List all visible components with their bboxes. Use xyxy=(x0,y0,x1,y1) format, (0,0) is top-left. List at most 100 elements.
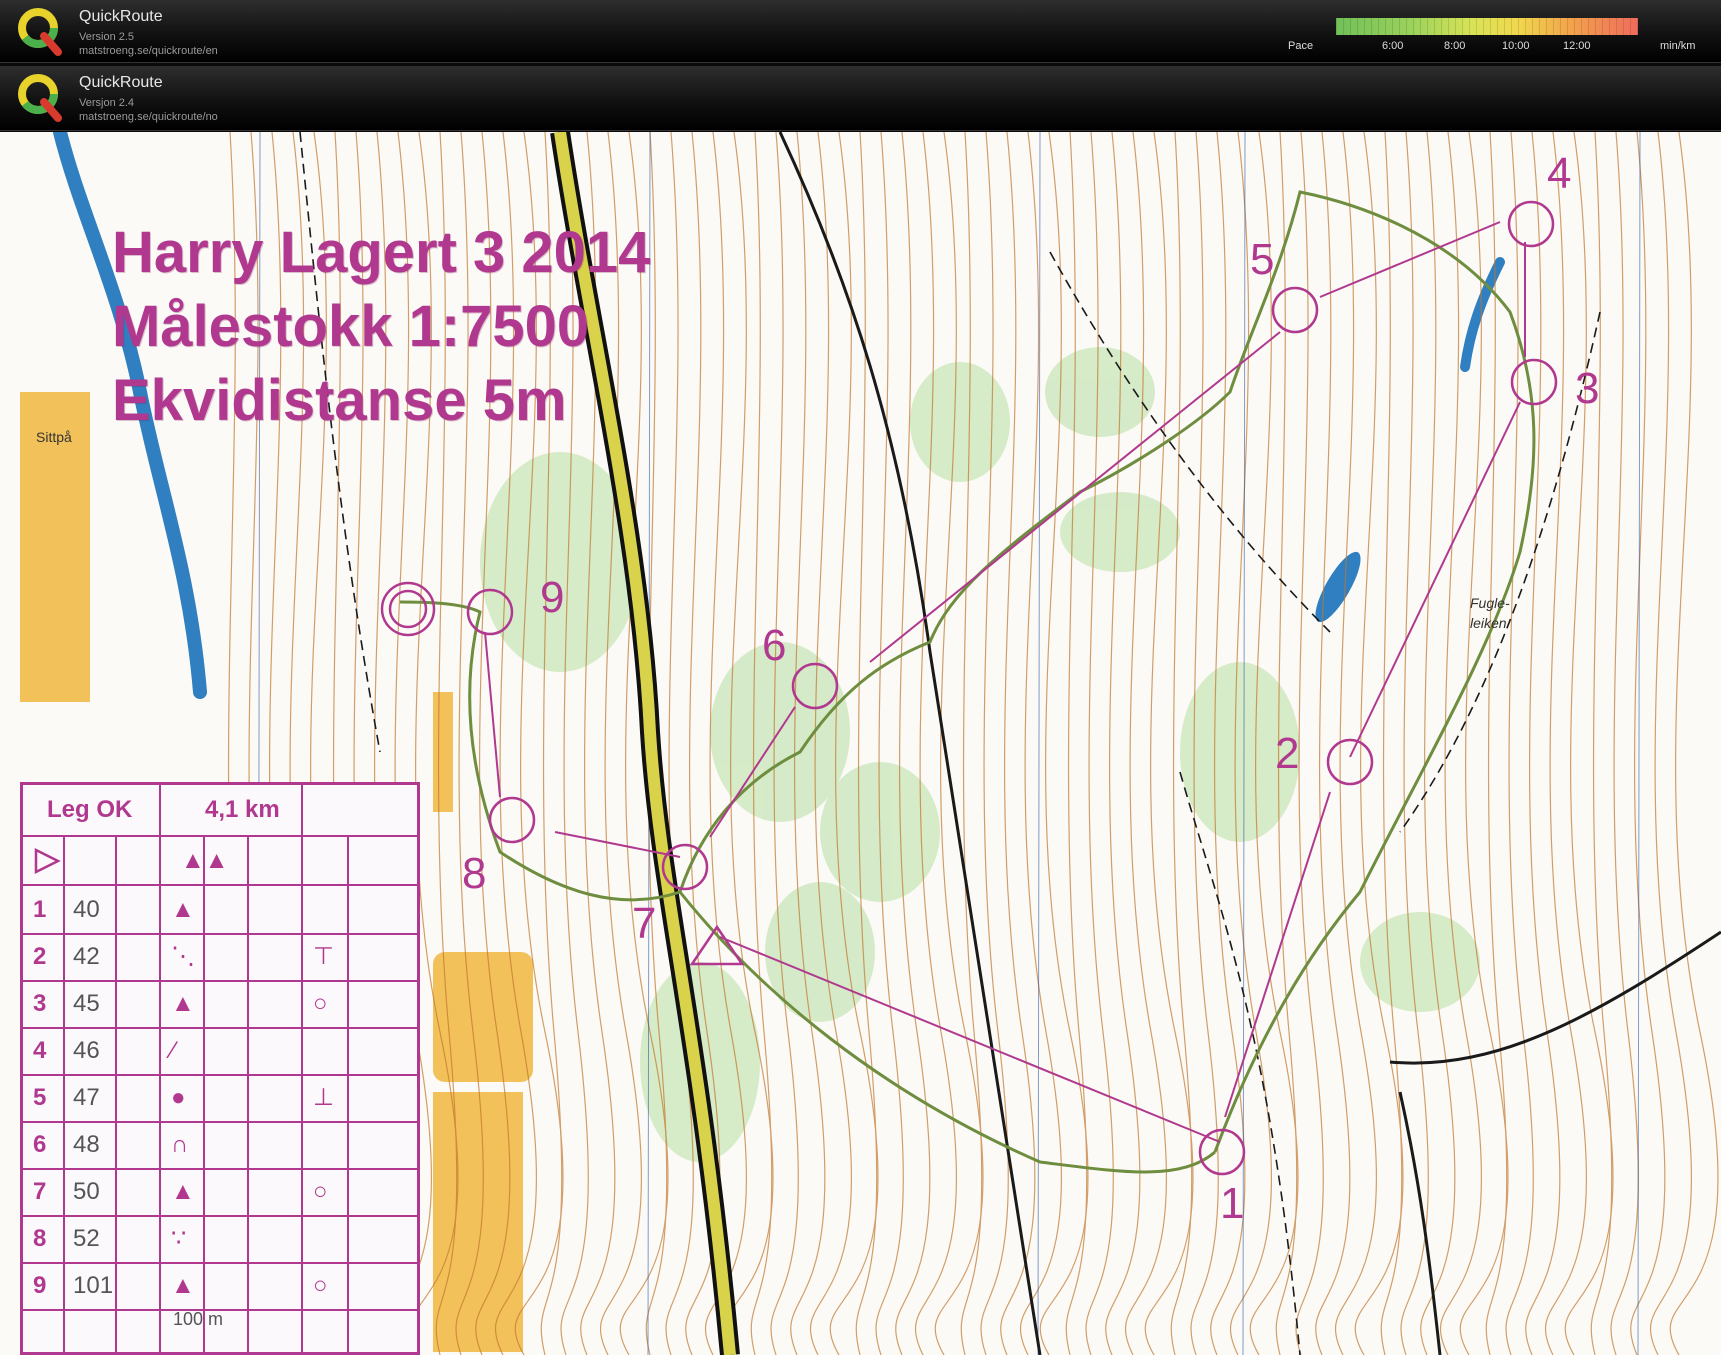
contour-line xyxy=(1315,132,1351,1355)
app-version: Versjon 2.4 matstroeng.se/quickroute/no xyxy=(79,96,218,124)
quickroute-logo-icon xyxy=(18,74,62,122)
contour-line xyxy=(1630,132,1666,1355)
control-sequence: 6 xyxy=(33,1131,47,1158)
contour-line xyxy=(934,132,984,1355)
control-description-table: Leg OK 4,1 km ▲▲ 1 40 ▲ 2 42 ⋱ ⊤ 3 45 ▲ ○ 4 46 ⁄ 5 47 ● ⊥… xyxy=(20,782,420,1355)
control-sequence: 7 xyxy=(33,1178,47,1205)
contour-line xyxy=(960,132,983,1355)
place-name: Fugle- xyxy=(1470,595,1510,611)
pace-tick: 8:00 xyxy=(1444,40,1466,52)
contour-line xyxy=(599,132,642,1355)
control-number: 5 xyxy=(1250,235,1275,284)
control-number: 6 xyxy=(762,621,787,670)
control-code: 52 xyxy=(73,1225,100,1252)
orienteering-map[interactable]: Harry Lagert 3 2014 Målestokk 1:7500 Ekv… xyxy=(0,132,1721,1355)
pace-tick: 12:00 xyxy=(1563,40,1591,52)
control-sequence: 9 xyxy=(33,1272,47,1299)
contour-line xyxy=(1485,132,1508,1355)
finish-distance: 100 m xyxy=(173,1309,224,1329)
control-code: 50 xyxy=(73,1178,100,1205)
control-sequence: 5 xyxy=(33,1084,47,1111)
control-code: 46 xyxy=(73,1037,100,1064)
table-grid-line xyxy=(247,837,249,1352)
control-number: 2 xyxy=(1275,729,1300,778)
control-sequence: 8 xyxy=(33,1225,47,1252)
contour-line xyxy=(1669,132,1719,1355)
contour-line xyxy=(1019,132,1062,1355)
control-detail-icon: ⊤ xyxy=(313,943,334,970)
control-feature-icon: ⋱ xyxy=(171,943,195,970)
control-code: 40 xyxy=(73,896,100,923)
control-number: 9 xyxy=(540,573,565,622)
control-row: 7 50 ▲ ○ xyxy=(23,1168,417,1217)
contour-line xyxy=(1525,132,1561,1355)
map-title: Harry Lagert 3 2014 xyxy=(112,220,651,285)
pace-color-scale xyxy=(1336,18,1638,35)
contour-line xyxy=(1544,132,1587,1355)
contour-line xyxy=(1564,132,1614,1355)
control-detail-icon: ○ xyxy=(313,1178,328,1205)
control-code: 45 xyxy=(73,990,100,1017)
start-row: ▲▲ xyxy=(23,837,417,886)
table-header-row: Leg OK 4,1 km xyxy=(23,785,417,837)
table-grid-line xyxy=(203,837,205,1352)
contour-line xyxy=(1065,132,1088,1355)
contour-line xyxy=(1649,132,1692,1355)
contour-line xyxy=(1590,132,1613,1355)
pace-tick: 6:00 xyxy=(1382,40,1404,52)
control-row: 1 40 ▲ xyxy=(23,886,417,935)
control-row: 8 52 ∵ xyxy=(23,1215,417,1264)
version-text: Version 2.5 xyxy=(79,31,135,43)
version-text: Versjon 2.4 xyxy=(79,97,135,109)
control-number: 1 xyxy=(1220,1179,1245,1228)
contour-line xyxy=(914,132,957,1355)
control-code: 42 xyxy=(73,943,100,970)
pace-label: Pace xyxy=(1288,40,1314,52)
control-sequence: 4 xyxy=(33,1037,47,1064)
table-grid-line xyxy=(159,785,161,1352)
control-number: 4 xyxy=(1547,149,1572,198)
control-number: 7 xyxy=(632,899,657,948)
quickroute-header-2: QuickRoute Versjon 2.4 matstroeng.se/qui… xyxy=(0,66,1721,131)
control-feature-icon: ∩ xyxy=(171,1131,189,1158)
control-feature-icon: ▲ xyxy=(171,896,195,923)
table-grid-line xyxy=(301,785,303,1352)
control-sequence: 1 xyxy=(33,896,47,923)
control-detail-icon: ⊥ xyxy=(313,1084,334,1111)
control-feature-icon: ▲ xyxy=(171,1178,195,1205)
control-detail-icon: ○ xyxy=(313,990,328,1017)
start-triangle-icon xyxy=(34,847,61,875)
course-length: 4,1 km xyxy=(205,796,280,823)
quickroute-logo-icon xyxy=(18,8,62,56)
pace-unit: min/km xyxy=(1660,40,1696,52)
control-row: 5 47 ● ⊥ xyxy=(23,1074,417,1123)
control-feature-icon: ● xyxy=(171,1084,186,1111)
control-code: 47 xyxy=(73,1084,100,1111)
control-row: 9 101 ▲ ○ xyxy=(23,1262,417,1311)
contour-line xyxy=(855,132,878,1355)
control-feature-icon: ▲ xyxy=(171,1272,195,1299)
place-name: leiken xyxy=(1470,615,1507,631)
table-grid-line xyxy=(347,837,349,1352)
map-contour-interval: Ekvidistanse 5m xyxy=(112,368,567,433)
version-url[interactable]: matstroeng.se/quickroute/no xyxy=(79,110,218,124)
control-row: 2 42 ⋱ ⊤ xyxy=(23,933,417,982)
control-row: 3 45 ▲ ○ xyxy=(23,980,417,1029)
control-detail-icon: ○ xyxy=(313,1272,328,1299)
control-code: 101 xyxy=(73,1272,114,1299)
quickroute-header-1: QuickRoute Version 2.5 matstroeng.se/qui… xyxy=(0,0,1721,63)
contour-line xyxy=(895,132,931,1355)
version-url[interactable]: matstroeng.se/quickroute/en xyxy=(79,44,218,58)
app-title: QuickRoute xyxy=(79,74,163,91)
control-sequence: 3 xyxy=(33,990,47,1017)
app-title: QuickRoute xyxy=(79,8,163,25)
control-feature-icon: ⁄ xyxy=(171,1037,176,1064)
control-sequence: 2 xyxy=(33,943,47,970)
control-row: 4 46 ⁄ xyxy=(23,1027,417,1076)
pace-tick: 10:00 xyxy=(1502,40,1530,52)
control-feature-icon: ∵ xyxy=(171,1225,187,1252)
control-number: 3 xyxy=(1575,364,1600,413)
place-name: Sittpå xyxy=(36,429,72,445)
contour-line xyxy=(1380,132,1403,1355)
contour-line xyxy=(1039,132,1089,1355)
